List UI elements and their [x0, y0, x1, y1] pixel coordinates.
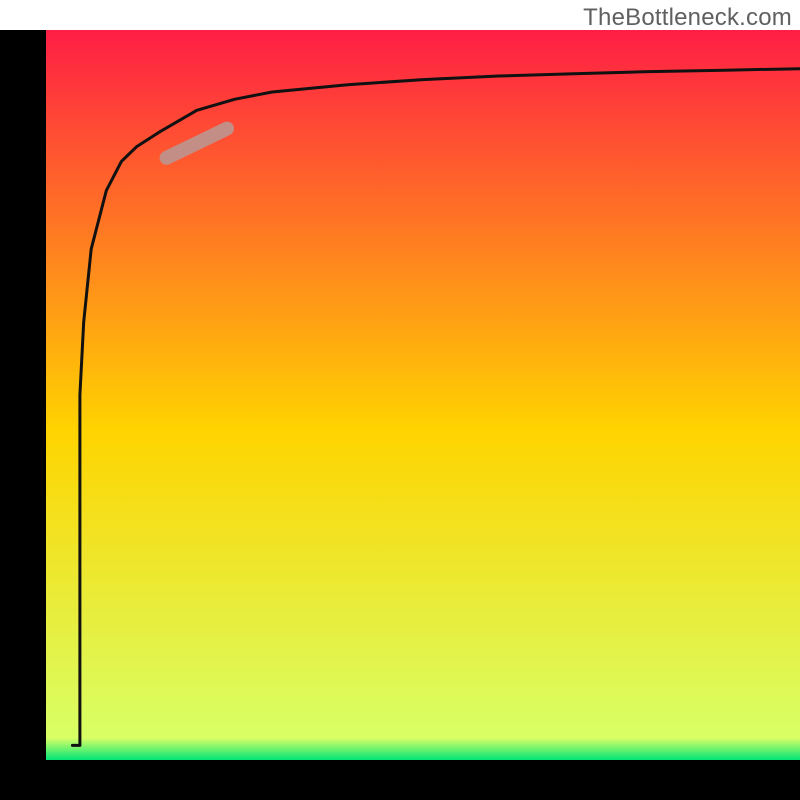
- plot-area: [46, 30, 800, 760]
- chart-svg: [0, 0, 800, 800]
- x-axis-band: [0, 760, 800, 800]
- y-axis-band: [0, 30, 46, 800]
- chart-container: TheBottleneck.com: [0, 0, 800, 800]
- watermark-text: TheBottleneck.com: [583, 4, 792, 32]
